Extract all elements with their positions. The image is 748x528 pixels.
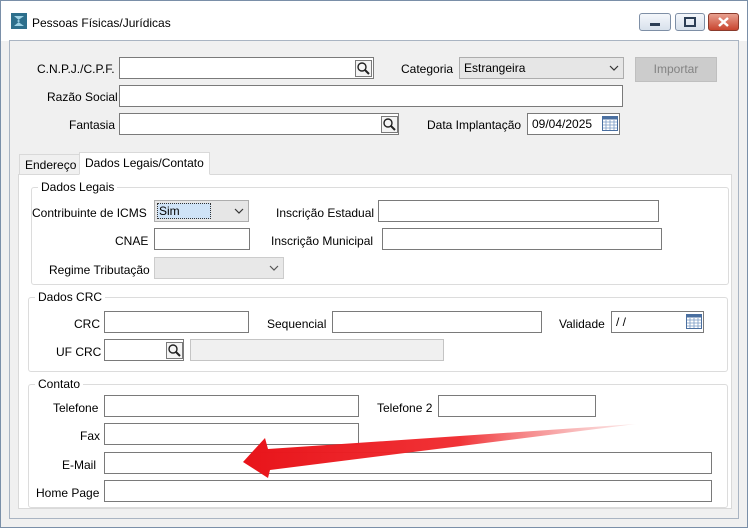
fantasia-input[interactable] — [119, 113, 399, 135]
razao-social-input[interactable] — [119, 85, 623, 107]
calendar-icon[interactable] — [602, 116, 618, 131]
fantasia-search-icon[interactable] — [381, 116, 398, 133]
tab-endereco[interactable]: Endereço — [19, 154, 80, 174]
dados-crc-title: Dados CRC — [35, 290, 106, 304]
cnpj-input[interactable] — [119, 57, 374, 79]
home-page-label: Home Page — [36, 486, 100, 500]
inscricao-estadual-label: Inscrição Estadual — [276, 206, 375, 220]
form-body: C.N.P.J./C.P.F. Categoria Estrangeira Im… — [9, 40, 739, 519]
contribuinte-icms-select[interactable]: Sim — [154, 200, 249, 222]
regime-tributacao-label: Regime Tributação — [49, 263, 150, 277]
inscricao-estadual-input[interactable] — [378, 200, 659, 222]
minimize-icon — [650, 23, 660, 26]
email-label: E-Mail — [62, 458, 97, 472]
sequencial-input[interactable] — [332, 311, 542, 333]
telefone-label: Telefone — [53, 401, 99, 415]
chevron-down-icon — [234, 208, 244, 214]
title-bar[interactable]: Pessoas Físicas/Jurídicas — [1, 1, 747, 41]
data-implantacao-label: Data Implantação — [427, 118, 522, 132]
contribuinte-icms-label: Contribuinte de ICMS — [32, 206, 147, 220]
razao-social-label: Razão Social — [47, 90, 118, 104]
telefone2-input[interactable] — [438, 395, 596, 417]
inscricao-municipal-input[interactable] — [382, 228, 662, 250]
telefone2-label: Telefone 2 — [377, 401, 433, 415]
app-logo-icon — [11, 13, 27, 29]
importar-button[interactable]: Importar — [635, 57, 717, 82]
tab-panel: Dados Legais Contribuinte de ICMS Sim In… — [18, 174, 732, 509]
contato-title: Contato — [35, 377, 84, 391]
cnpj-label: C.N.P.J./C.P.F. — [37, 62, 115, 76]
fax-input[interactable] — [104, 423, 359, 445]
tab-dados-legais-contato[interactable]: Dados Legais/Contato — [79, 152, 210, 175]
telefone-input[interactable] — [104, 395, 359, 417]
email-input[interactable] — [104, 452, 712, 474]
cnae-input[interactable] — [154, 228, 250, 250]
fantasia-label: Fantasia — [69, 118, 116, 132]
inscricao-municipal-label: Inscrição Municipal — [271, 234, 374, 248]
cnpj-search-icon[interactable] — [355, 60, 372, 77]
sequencial-label: Sequencial — [267, 317, 327, 331]
fax-label: Fax — [80, 429, 101, 443]
uf-crc-label: UF CRC — [56, 345, 102, 359]
regime-tributacao-select[interactable] — [154, 257, 284, 279]
dados-legais-title: Dados Legais — [38, 180, 118, 194]
chevron-down-icon — [269, 265, 279, 271]
close-button[interactable] — [708, 13, 739, 31]
home-page-input[interactable] — [104, 480, 712, 502]
close-icon — [718, 17, 729, 27]
categoria-select[interactable]: Estrangeira — [459, 57, 624, 79]
cnae-label: CNAE — [115, 234, 149, 248]
maximize-button[interactable] — [675, 13, 705, 31]
minimize-button[interactable] — [639, 13, 671, 31]
maximize-icon — [684, 17, 696, 27]
crc-label: CRC — [74, 317, 100, 331]
validade-label: Validade — [559, 317, 605, 331]
contribuinte-icms-value: Sim — [157, 203, 211, 219]
crc-input[interactable] — [104, 311, 249, 333]
uf-crc-description — [190, 339, 444, 361]
chevron-down-icon — [609, 65, 619, 71]
main-window: Pessoas Físicas/Jurídicas C.N.P.J./C.P.F… — [0, 0, 748, 528]
window-title: Pessoas Físicas/Jurídicas — [32, 16, 171, 30]
categoria-value: Estrangeira — [464, 61, 526, 75]
categoria-label: Categoria — [401, 62, 454, 76]
uf-crc-search-icon[interactable] — [166, 342, 183, 359]
calendar-icon[interactable] — [686, 314, 702, 329]
